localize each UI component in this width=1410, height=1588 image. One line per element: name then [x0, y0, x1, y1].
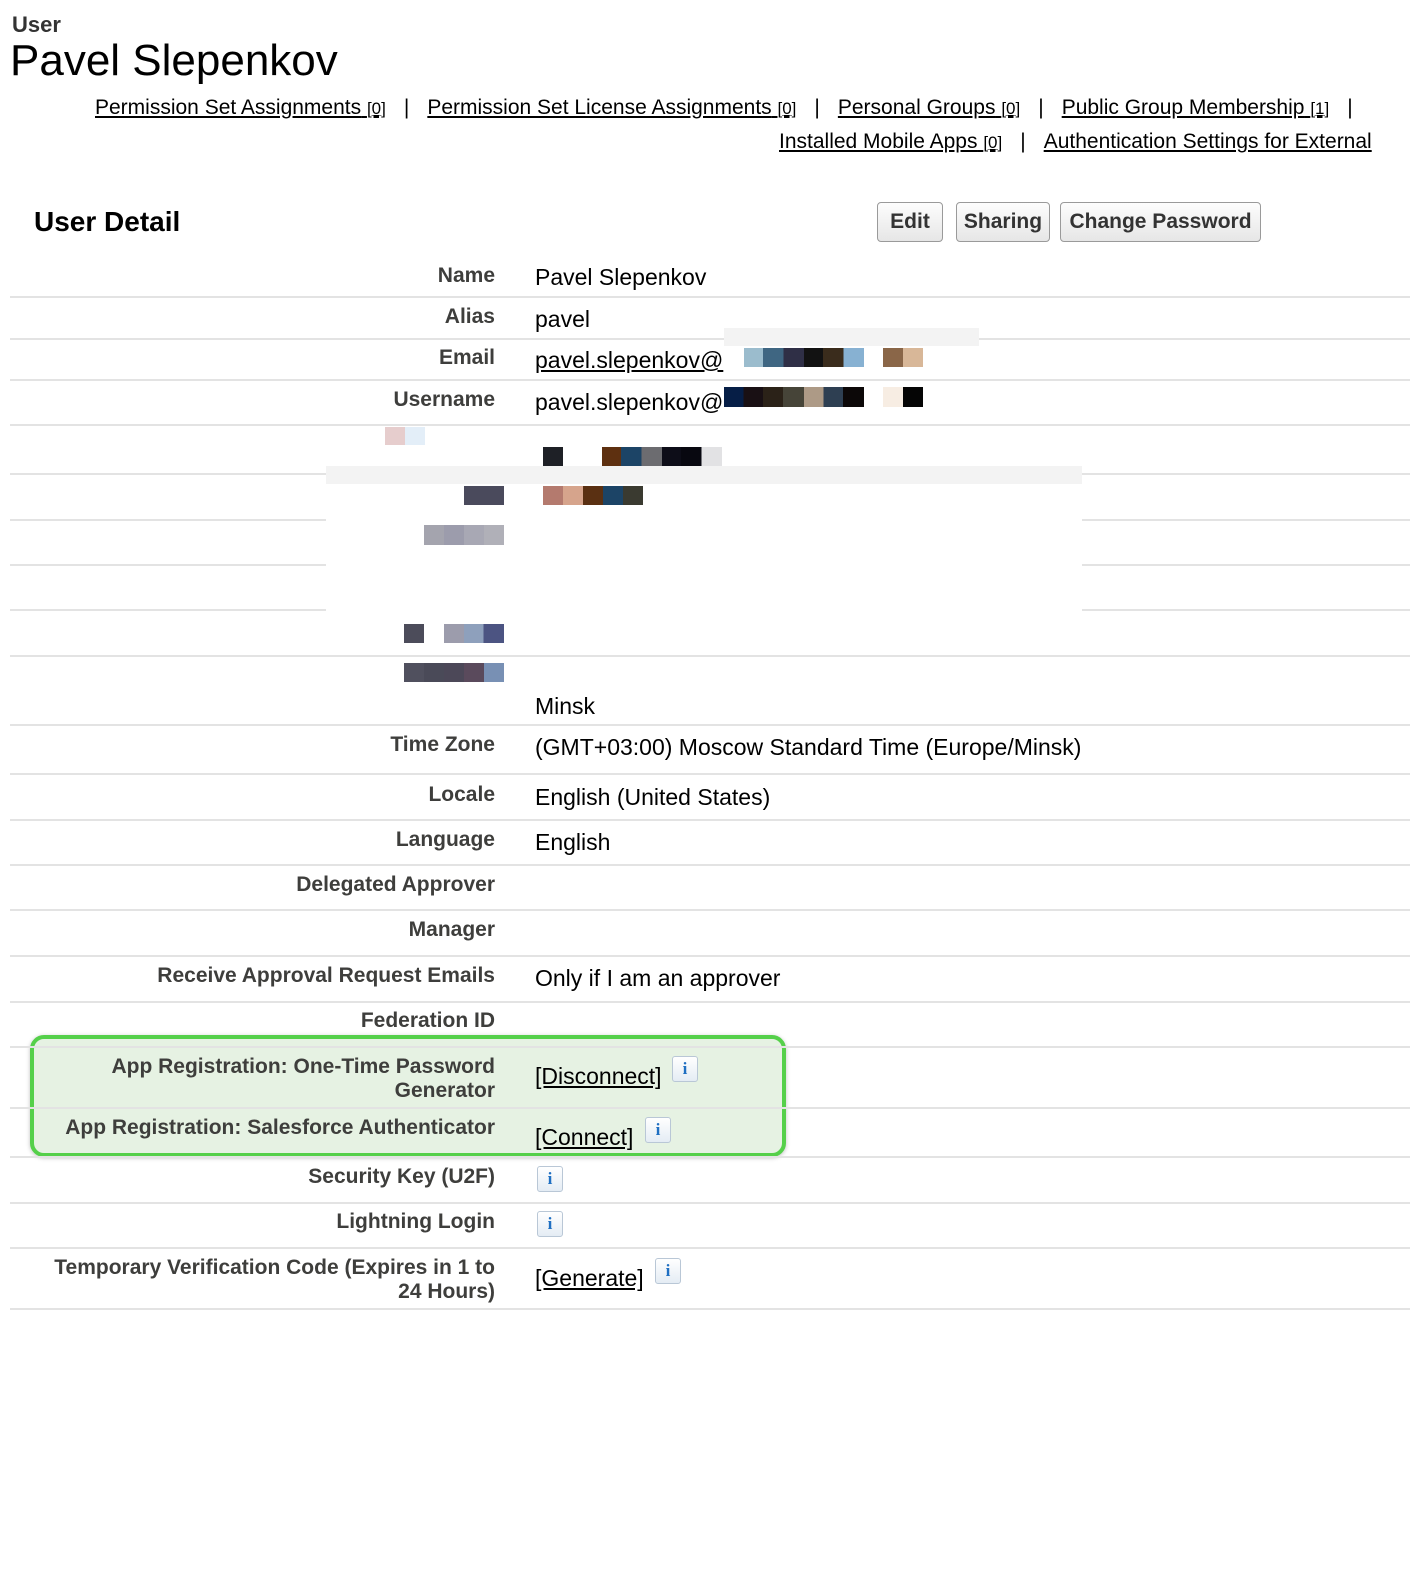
row-divider	[10, 864, 1410, 866]
info-icon[interactable]: i	[645, 1117, 671, 1143]
field-value-locale: English (United States)	[535, 784, 771, 810]
section-title: User Detail	[34, 206, 181, 237]
page-title: Pavel Slepenkov	[10, 36, 338, 85]
generate-code-link[interactable]: [Generate]	[535, 1265, 644, 1291]
redacted-pixels	[602, 447, 722, 466]
row-divider	[10, 1107, 1410, 1109]
row-divider	[10, 773, 1410, 775]
field-value-username: pavel.slepenkov@	[535, 389, 724, 415]
field-label-lightning-login: Lightning Login	[336, 1210, 495, 1233]
field-value-alias: pavel	[535, 306, 590, 332]
row-divider	[10, 1308, 1410, 1310]
connect-authenticator-link[interactable]: [Connect]	[535, 1124, 633, 1150]
redacted-pixels	[444, 624, 504, 643]
row-divider	[10, 338, 1410, 340]
field-label-salesforce-authenticator: App Registration: Salesforce Authenticat…	[65, 1116, 495, 1139]
info-icon[interactable]: i	[537, 1211, 563, 1237]
sharing-button[interactable]: Sharing	[956, 202, 1050, 242]
link-separator: |	[1038, 96, 1044, 119]
redacted-pixels	[543, 486, 643, 505]
label-line: 24 Hours)	[398, 1280, 495, 1303]
object-type-label: User	[12, 12, 61, 37]
field-label-approval-emails: Receive Approval Request Emails	[157, 964, 495, 987]
field-value-approval-emails: Only if I am an approver	[535, 965, 781, 991]
field-label-name: Name	[437, 264, 495, 287]
redacted-pixels	[883, 387, 923, 407]
link-permission-set-assignments[interactable]: Permission Set Assignments [0]	[95, 96, 386, 119]
redacted-pixels	[404, 663, 504, 682]
row-divider	[10, 424, 1410, 426]
disconnect-otp-link[interactable]: [Disconnect]	[535, 1063, 662, 1089]
field-value-language: English	[535, 829, 611, 855]
redaction-band	[724, 328, 979, 346]
redacted-pixels	[464, 486, 504, 505]
field-label-manager: Manager	[408, 918, 495, 941]
field-label-email: Email	[438, 346, 495, 369]
link-separator: |	[1020, 130, 1026, 153]
related-links-row-2: Installed Mobile Apps [0] | Authentication…	[779, 130, 1372, 154]
field-label-username: Username	[393, 388, 495, 411]
link-permission-set-license-assignments[interactable]: Permission Set License Assignments [0]	[427, 96, 796, 119]
redacted-pixels	[385, 427, 425, 445]
redacted-pixels	[724, 387, 864, 407]
field-value-name: Pavel Slepenkov	[535, 264, 707, 290]
field-label-language: Language	[395, 828, 495, 851]
row-divider	[10, 379, 1410, 381]
link-installed-mobile-apps[interactable]: Installed Mobile Apps [0]	[779, 130, 1002, 153]
redacted-pixels	[404, 624, 424, 643]
info-icon[interactable]: i	[672, 1056, 698, 1082]
row-divider	[10, 655, 1410, 657]
link-personal-groups[interactable]: Personal Groups [0]	[838, 96, 1020, 119]
field-label-security-key: Security Key (U2F)	[308, 1165, 495, 1188]
row-divider	[10, 909, 1410, 911]
link-separator: |	[403, 96, 410, 119]
label-line: App Registration: One-Time Password	[111, 1055, 495, 1078]
redacted-pixels	[543, 447, 563, 466]
field-label-delegated-approver: Delegated Approver	[296, 873, 495, 896]
related-links-row-1: Permission Set Assignments [0] | Permissio…	[95, 96, 1371, 120]
field-label-alias: Alias	[444, 305, 495, 328]
row-divider	[10, 1046, 1410, 1048]
link-separator: |	[814, 96, 820, 119]
info-icon[interactable]: i	[537, 1166, 563, 1192]
redacted-pixels	[424, 525, 504, 545]
field-label-temp-verification-code: Temporary Verification Code (Expires in …	[54, 1256, 495, 1304]
field-value-time-zone: (GMT+03:00) Moscow Standard Time (Europe…	[535, 734, 1082, 760]
redaction-band	[326, 466, 1082, 484]
redacted-pixels	[744, 348, 864, 367]
field-value-city: Minsk	[535, 693, 596, 719]
row-divider	[10, 955, 1410, 957]
field-label-federation-id: Federation ID	[360, 1009, 495, 1032]
info-icon[interactable]: i	[655, 1258, 681, 1284]
row-divider	[10, 1247, 1410, 1249]
row-divider	[10, 724, 1410, 726]
field-label-locale: Locale	[428, 783, 495, 806]
link-separator: |	[1347, 96, 1353, 119]
row-divider	[10, 1001, 1410, 1003]
row-divider	[10, 819, 1410, 821]
field-label-time-zone: Time Zone	[390, 733, 495, 756]
link-public-group-membership[interactable]: Public Group Membership [1]	[1062, 96, 1330, 119]
label-line: Generator	[394, 1079, 495, 1102]
redacted-pixels	[883, 348, 923, 367]
link-authentication-settings-external[interactable]: Authentication Settings for External	[1044, 130, 1372, 153]
email-link[interactable]: pavel.slepenkov@	[535, 347, 723, 373]
label-line: Temporary Verification Code (Expires in …	[54, 1256, 495, 1279]
edit-button[interactable]: Edit	[877, 202, 943, 242]
row-divider	[10, 296, 1410, 298]
row-divider	[10, 1156, 1410, 1158]
field-label-otp-generator: App Registration: One-Time Password Gene…	[111, 1055, 495, 1103]
row-divider	[10, 1202, 1410, 1204]
change-password-button[interactable]: Change Password	[1060, 202, 1261, 242]
